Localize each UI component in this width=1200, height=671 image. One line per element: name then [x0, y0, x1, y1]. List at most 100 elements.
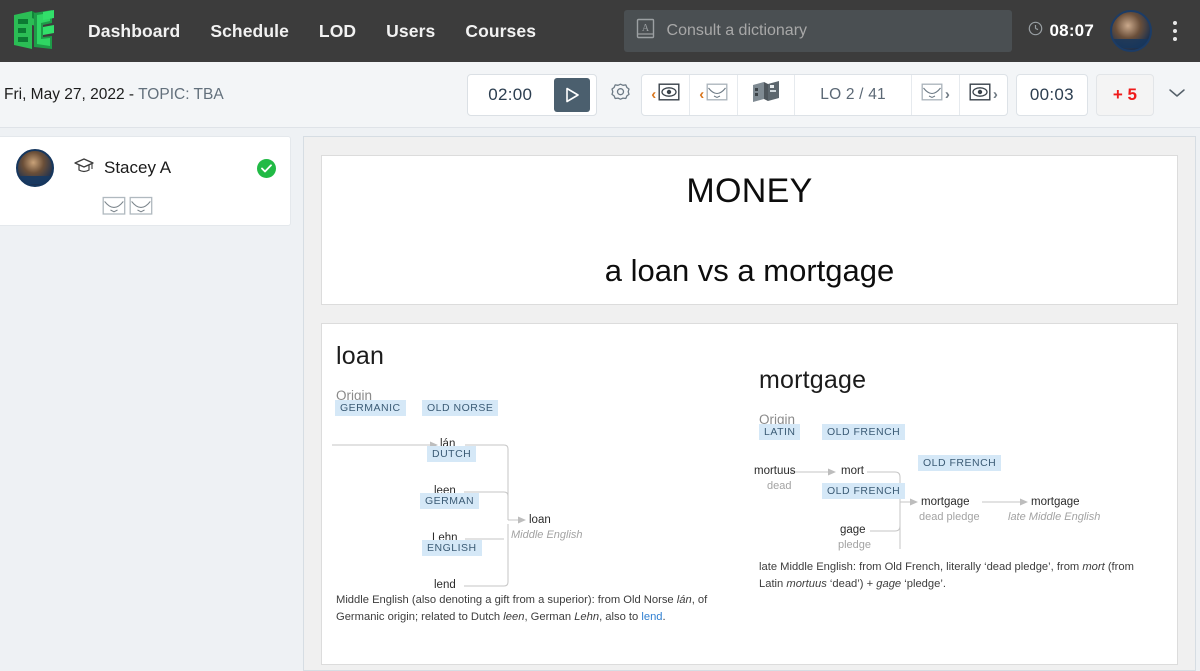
countdown-timer-value: 02:00: [488, 84, 533, 104]
dictionary-search-box[interactable]: A Consult a dictionary: [623, 10, 1012, 52]
header-clock-time: 08:07: [1049, 21, 1094, 40]
card-box-icon[interactable]: [102, 195, 126, 221]
note-part: , German: [524, 611, 575, 624]
toolbar-expand-button[interactable]: [1158, 74, 1196, 116]
note-part: .: [662, 611, 666, 624]
countdown-timer: 02:00: [467, 73, 598, 116]
etymology-tag-latin: LATIN: [759, 424, 801, 440]
note-part: mortuus: [786, 578, 827, 591]
chevron-right-icon: ›: [944, 86, 950, 103]
chevron-right-icon: ›: [992, 86, 998, 103]
note-part: ‘pledge’.: [901, 578, 946, 591]
elc-cube-logo-icon: [10, 9, 56, 53]
etymology-tag-germanic: GERMANIC: [335, 400, 406, 416]
svg-text:A: A: [641, 23, 649, 34]
etymology-term-mortuus: mortuus: [754, 465, 796, 477]
etymology-note-loan: Middle English (also denoting a gift fro…: [336, 592, 736, 627]
etymology-panel-mortgage: mortgage Origin: [759, 366, 866, 427]
note-part: late Middle English: from Old French, li…: [759, 561, 1083, 573]
lo-counter: LO 2 / 41: [795, 74, 912, 115]
next-card-button[interactable]: ›: [912, 74, 960, 115]
session-date-topic: Fri, May 27, 2022 - TOPIC: TBA: [4, 86, 224, 104]
prev-card-button[interactable]: ‹: [690, 74, 739, 115]
nav-item-lod[interactable]: LOD: [319, 21, 356, 42]
student-card[interactable]: Stacey A: [0, 136, 291, 226]
etymology-result-term-mortgage: mortgage: [1031, 496, 1080, 508]
note-link-lend[interactable]: lend: [641, 611, 662, 623]
header-user-avatar[interactable]: [1110, 10, 1152, 52]
eye-box-icon: [658, 82, 680, 107]
note-part: ‘dead’) +: [826, 578, 877, 591]
etymology-tag-old-french-2: OLD FRENCH: [822, 483, 906, 499]
slide-title-card: MONEY a loan vs a mortgage: [321, 155, 1178, 305]
play-button[interactable]: [554, 77, 591, 112]
top-navigation-bar: Dashboard Schedule LOD Users Courses A C…: [0, 0, 1200, 62]
etymology-tag-german: GERMAN: [420, 493, 480, 509]
session-date: Fri, May 27, 2022: [4, 85, 125, 103]
kebab-menu-icon[interactable]: [1164, 10, 1186, 52]
note-part: Lehn: [574, 611, 600, 624]
nav-item-courses[interactable]: Courses: [465, 21, 536, 42]
main-body: Stacey A MONEY a loan vs a mortgage loan…: [0, 128, 1200, 671]
card-box-icon[interactable]: [129, 195, 153, 221]
nav-item-users[interactable]: Users: [386, 21, 435, 42]
student-action-icons: [102, 195, 276, 221]
note-part: leen: [503, 611, 525, 624]
etymology-result-gloss-mortgage: late Middle English: [1008, 511, 1101, 523]
etymology-term-lend: lend: [434, 579, 456, 591]
lo-counter-label: LO 2 / 41: [820, 85, 886, 103]
etymology-term-mortgage-of: mortgage: [921, 496, 970, 508]
elapsed-time: 00:03: [1015, 73, 1088, 116]
card-box-icon: [921, 82, 943, 107]
app-logo[interactable]: [0, 0, 66, 62]
note-part: lán: [676, 594, 692, 606]
chevron-left-icon: ‹: [651, 86, 657, 103]
card-box-icon: [706, 82, 728, 107]
etymology-gloss-pledge: pledge: [838, 539, 872, 551]
lesson-book-button[interactable]: [738, 74, 796, 115]
etymology-result-gloss-loan: Middle English: [511, 529, 583, 541]
add-five-minutes-button[interactable]: + 5: [1095, 73, 1154, 116]
nav-item-dashboard[interactable]: Dashboard: [88, 21, 180, 42]
dictionary-search-placeholder: Consult a dictionary: [666, 22, 808, 39]
dictionary-icon: A: [636, 18, 655, 44]
etymology-gloss-dead: dead: [767, 480, 792, 492]
student-avatar[interactable]: [16, 149, 54, 187]
note-part: gage: [876, 578, 902, 591]
student-row: Stacey A: [16, 149, 276, 187]
kebab-dot: [1173, 29, 1177, 33]
etymology-word-mortgage: mortgage: [759, 366, 867, 394]
etymology-tag-old-french-3: OLD FRENCH: [918, 455, 1002, 471]
etymology-gloss-dead-pledge: dead pledge: [919, 511, 980, 523]
etymology-word-loan: loan: [336, 342, 385, 370]
students-sidebar: Stacey A: [0, 128, 291, 226]
gear-icon: [610, 82, 631, 108]
note-part: mort: [1082, 561, 1105, 573]
nav-links: Dashboard Schedule LOD Users Courses: [88, 21, 536, 42]
open-book-icon: [750, 80, 782, 109]
slide-area: MONEY a loan vs a mortgage loan Origin G…: [291, 128, 1200, 671]
graduation-cap-icon: [74, 157, 94, 180]
etymology-term-mort: mort: [841, 465, 864, 477]
check-circle-icon: [257, 158, 276, 178]
nav-item-schedule[interactable]: Schedule: [210, 21, 289, 42]
note-part: , also to: [599, 611, 642, 624]
session-toolbar: Fri, May 27, 2022 - TOPIC: TBA 02:00 ‹ ‹…: [0, 62, 1200, 128]
header-clock: 08:07: [1028, 21, 1094, 41]
next-eye-button[interactable]: ›: [960, 75, 1007, 115]
chevron-left-icon: ‹: [699, 86, 705, 103]
etymology-term-gage: gage: [840, 524, 866, 536]
slide-container: MONEY a loan vs a mortgage loan Origin G…: [303, 136, 1196, 671]
student-name: Stacey A: [104, 158, 172, 177]
slide-body-card: loan Origin GERMANIC OLD NORSE lán DUTCH…: [321, 323, 1178, 665]
etymology-panel-loan: loan Origin: [336, 342, 384, 403]
chevron-down-icon: [1167, 86, 1187, 104]
etymology-note-mortgage: late Middle English: from Old French, li…: [759, 559, 1144, 594]
kebab-dot: [1173, 37, 1177, 41]
slide-subtitle: a loan vs a mortgage: [604, 252, 895, 288]
eye-box-icon: [969, 82, 991, 107]
clock-icon: [1028, 21, 1043, 41]
etymology-tag-english: ENGLISH: [422, 540, 482, 556]
prev-eye-button[interactable]: ‹: [642, 74, 691, 115]
timer-settings-button[interactable]: [605, 74, 635, 116]
